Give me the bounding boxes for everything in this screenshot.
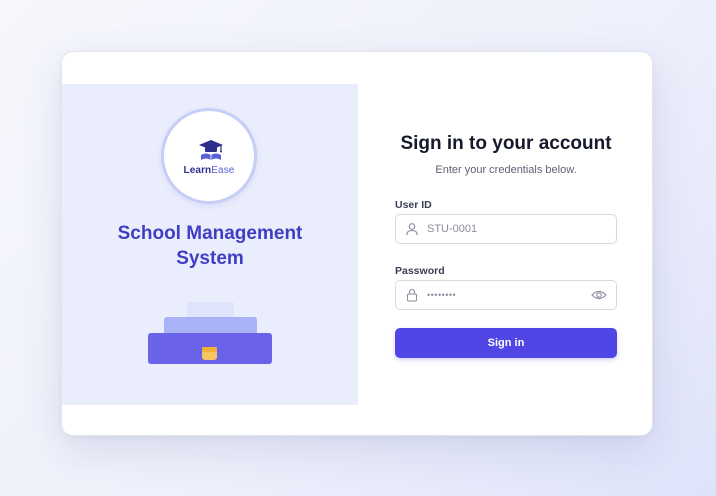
user-id-input[interactable]: STU-0001: [395, 214, 617, 244]
system-title-line-1: School Management: [117, 223, 303, 244]
user-id-placeholder: STU-0001: [427, 223, 478, 235]
password-label: Password: [395, 265, 445, 277]
graduation-cap-book-icon: [199, 140, 223, 160]
password-masked-value: ••••••••: [427, 290, 457, 300]
password-input[interactable]: ••••••••: [395, 280, 617, 310]
drawer-illustration: [148, 302, 272, 364]
system-title-line-2: System: [176, 248, 244, 269]
signin-panel: Sign in to your account Enter your crede…: [358, 52, 654, 437]
system-title: School Management System: [62, 221, 358, 271]
signin-subheading: Enter your credentials below.: [435, 164, 577, 176]
branding-panel: LearnEase School Management System: [62, 84, 358, 405]
login-card: LearnEase School Management System Sign …: [61, 51, 653, 436]
logo-wordmark: LearnEase: [164, 165, 254, 176]
logo-badge: LearnEase: [161, 108, 257, 204]
lock-icon: [406, 288, 418, 302]
logo-word-ease: Ease: [211, 165, 235, 176]
user-id-label: User ID: [395, 199, 432, 211]
signin-button[interactable]: Sign in: [395, 328, 617, 358]
user-icon: [406, 223, 418, 236]
eye-icon[interactable]: [591, 289, 607, 301]
signin-heading: Sign in to your account: [400, 133, 612, 154]
logo-word-learn: Learn: [183, 165, 212, 176]
